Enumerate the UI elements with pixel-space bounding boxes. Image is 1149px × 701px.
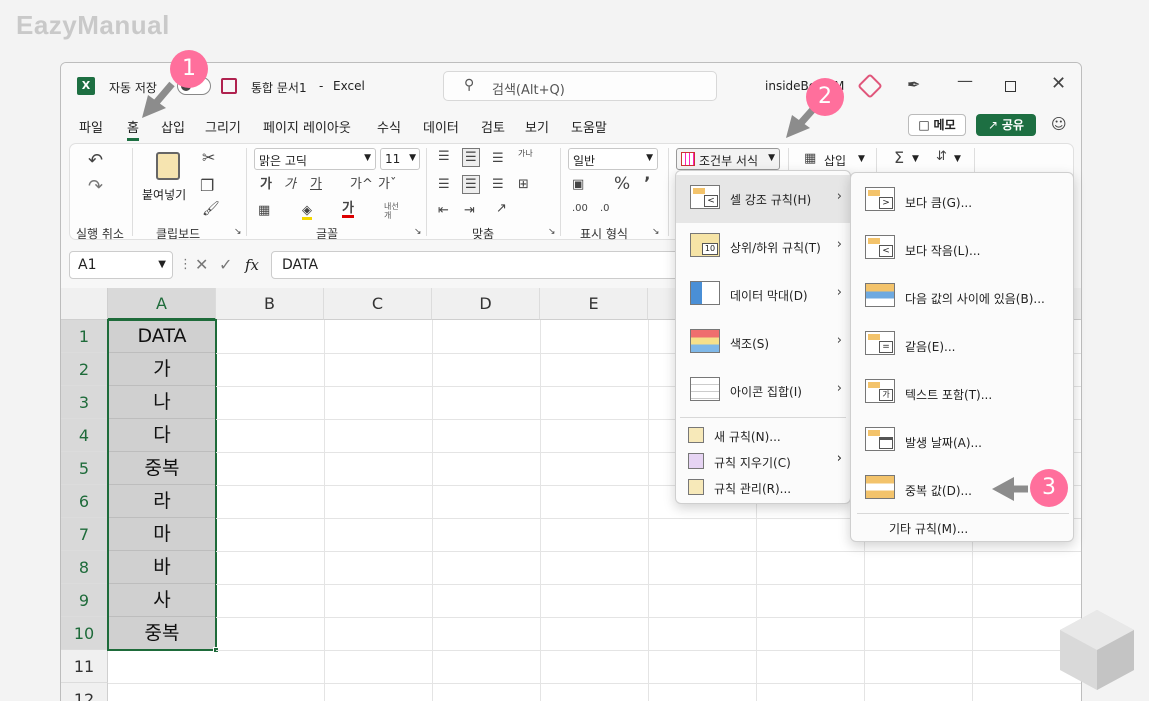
cube-logo-icon	[1060, 610, 1134, 690]
step-badge-3: 3	[1030, 469, 1068, 507]
step-badge-2: 2	[806, 78, 844, 116]
annotation-arrows	[142, 81, 1028, 501]
step-badge-1: 1	[170, 50, 208, 88]
